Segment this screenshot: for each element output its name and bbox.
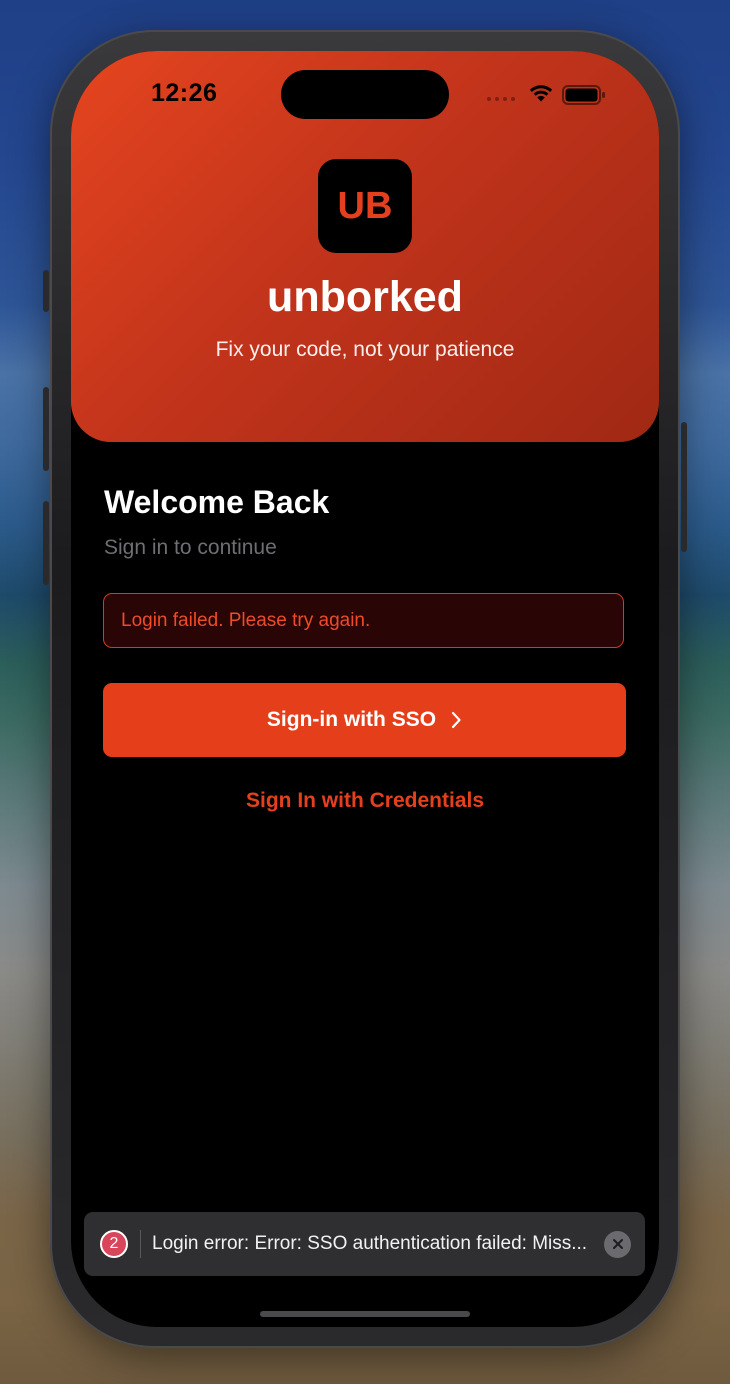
app-logo: UB (318, 159, 412, 253)
error-message: Login failed. Please try again. (121, 609, 371, 631)
credentials-signin-link[interactable]: Sign In with Credentials (71, 789, 659, 813)
dynamic-island (281, 70, 449, 119)
battery-icon (562, 85, 605, 105)
wifi-icon (529, 85, 553, 102)
error-toast[interactable]: 2 Login error: Error: SSO authentication… (84, 1212, 645, 1276)
volume-down-button (43, 501, 49, 585)
app-name: unborked (267, 273, 463, 321)
volume-up-button (43, 387, 49, 471)
home-indicator[interactable] (260, 1311, 470, 1317)
page-subtitle: Sign in to continue (104, 536, 277, 559)
app-header: 12:26 UB unborked Fix your code, not you… (71, 51, 659, 442)
sso-signin-button[interactable]: Sign-in with SSO (103, 683, 626, 757)
toast-divider (140, 1230, 141, 1258)
app-tagline: Fix your code, not your patience (215, 338, 515, 361)
page-title: Welcome Back (104, 484, 330, 520)
status-time: 12:26 (151, 79, 218, 107)
error-banner: Login failed. Please try again. (103, 593, 624, 648)
phone-frame: 12:26 UB unborked Fix your code, not you… (43, 30, 687, 1348)
toast-count-badge: 2 (100, 1230, 128, 1258)
sso-button-label: Sign-in with SSO (266, 708, 437, 731)
signal-dots-icon (487, 97, 515, 101)
toast-message: Login error: Error: SSO authentication f… (152, 1233, 588, 1254)
action-button (43, 270, 49, 312)
screen: 12:26 UB unborked Fix your code, not you… (71, 51, 659, 1327)
close-x-glyph (612, 1239, 623, 1249)
power-button (681, 422, 687, 552)
close-icon[interactable] (604, 1230, 631, 1258)
chevron-right-icon (451, 711, 461, 729)
